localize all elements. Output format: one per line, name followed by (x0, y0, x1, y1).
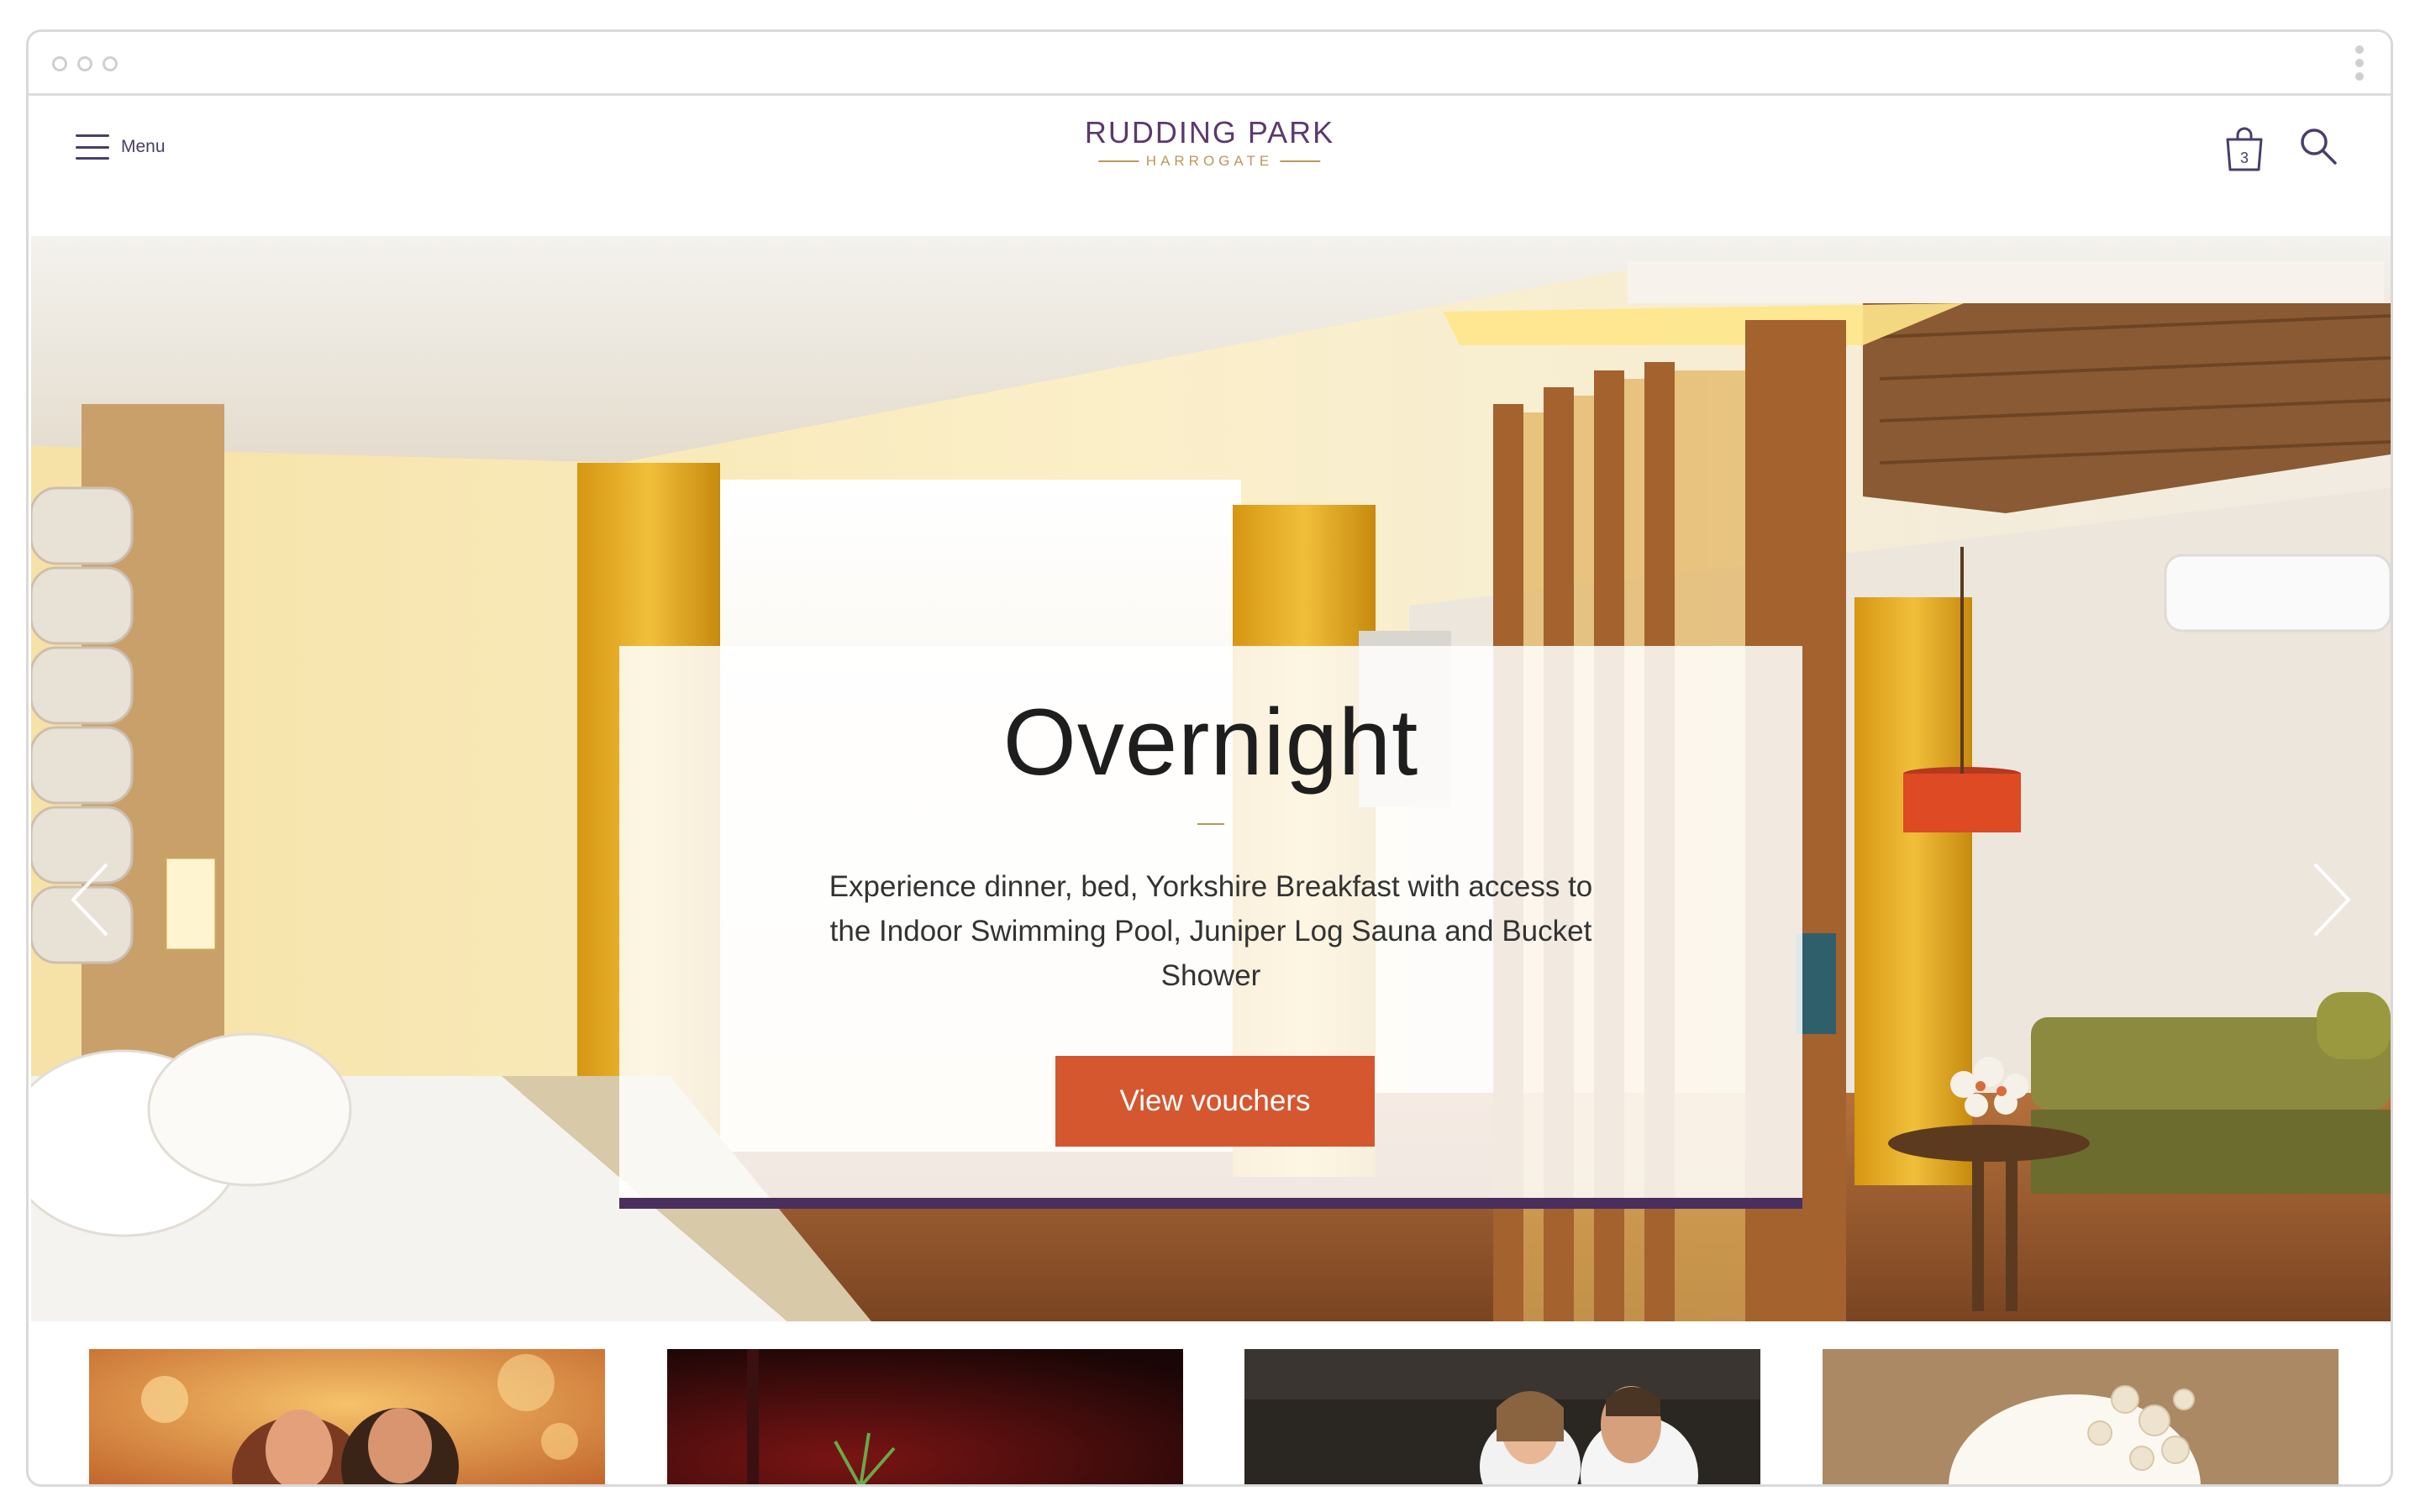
logo-subtitle: HARROGATE (1145, 153, 1274, 169)
shopping-bag-icon: 3 (2226, 127, 2263, 171)
window-controls (52, 56, 118, 71)
menu-label: Menu (121, 137, 166, 156)
hamburger-icon (76, 134, 109, 160)
thumbnail-cake[interactable] (1823, 1349, 2338, 1484)
chevron-right-icon (2313, 863, 2351, 937)
browser-chrome (29, 32, 2391, 96)
site-header: Menu RUDDING PARK HARROGATE 3 (29, 96, 2391, 236)
title-divider (1197, 823, 1224, 825)
chevron-left-icon (71, 863, 108, 937)
wedding-cake-photo-icon (1823, 1349, 2338, 1484)
thumbnail-couple[interactable] (89, 1349, 605, 1484)
slide-progress-bar (619, 1198, 1802, 1209)
featured-voucher-grid (29, 1349, 2391, 1484)
couple-photo-icon (89, 1349, 605, 1484)
view-vouchers-button[interactable]: View vouchers (1055, 1056, 1375, 1147)
thumbnail-dining[interactable] (667, 1349, 1183, 1484)
hero-title: Overnight (1002, 690, 1419, 795)
logo[interactable]: RUDDING PARK HARROGATE (1085, 114, 1334, 170)
dining-photo-icon (667, 1349, 1183, 1484)
basket-button[interactable]: 3 (2224, 126, 2265, 177)
browser-window: Menu RUDDING PARK HARROGATE 3 Overnight … (26, 29, 2393, 1487)
spa-couple-photo-icon (1244, 1349, 1760, 1484)
hero-caption-card: Overnight Experience dinner, bed, Yorksh… (619, 646, 1802, 1209)
basket-count: 3 (2240, 150, 2249, 166)
thumbnail-spa[interactable] (1244, 1349, 1760, 1484)
logo-text: RUDDING PARK (1084, 115, 1335, 150)
close-window-dot[interactable] (52, 56, 67, 71)
slider-prev-button[interactable] (65, 858, 115, 942)
browser-menu-icon[interactable] (2355, 45, 2365, 81)
slider-next-button[interactable] (2307, 858, 2357, 942)
logo-rule-right (1280, 160, 1321, 162)
menu-button[interactable]: Menu (76, 134, 166, 160)
maximize-window-dot[interactable] (103, 56, 118, 71)
search-button[interactable] (2298, 126, 2338, 171)
minimize-window-dot[interactable] (77, 56, 92, 71)
logo-rule-left (1098, 160, 1139, 162)
search-icon (2301, 129, 2337, 165)
hero-slider: Overnight Experience dinner, bed, Yorksh… (31, 236, 2391, 1321)
logo-subtitle-row: HARROGATE (1085, 153, 1334, 170)
hero-description: Experience dinner, bed, Yorkshire Breakf… (829, 870, 1593, 992)
